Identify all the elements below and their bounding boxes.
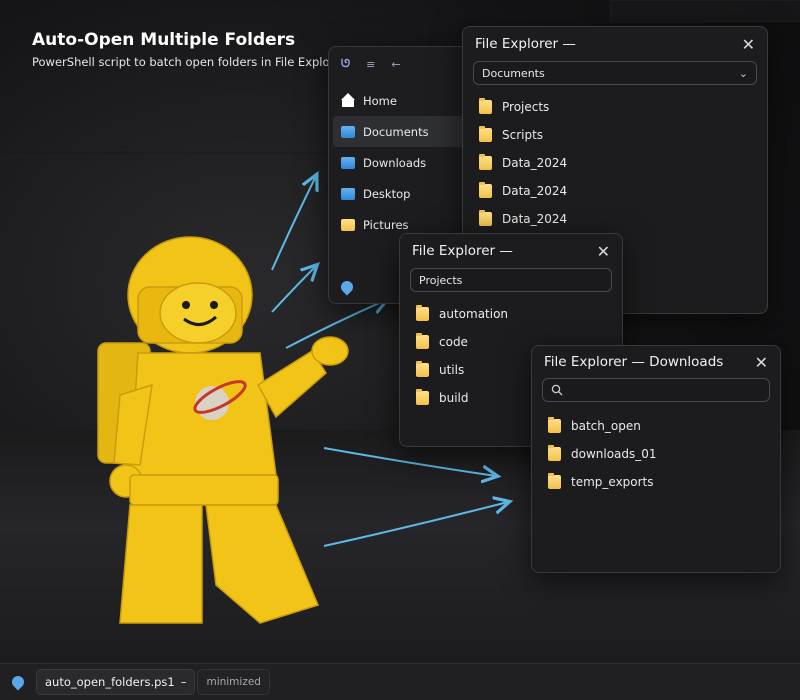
search-icon: [551, 384, 563, 396]
window-title: File Explorer —: [412, 243, 513, 259]
taskbar-app-suffix: –: [180, 675, 187, 689]
location-pin-icon: [338, 278, 356, 296]
folder-icon: [341, 187, 355, 200]
folder-icon: [416, 305, 429, 321]
folder-icon: [416, 361, 429, 377]
menu-icon[interactable]: ≡: [366, 58, 375, 71]
sidebar-item-label: Pictures: [363, 217, 409, 232]
list-item[interactable]: temp_exports: [532, 468, 780, 496]
item-label: automation: [439, 307, 509, 321]
explorer-window-downloads[interactable]: File Explorer — Downloads ✕ batch_open d…: [531, 345, 781, 573]
eye: [210, 301, 218, 309]
folder-icon: [548, 473, 561, 489]
sidebar-item-documents[interactable]: Documents: [333, 116, 473, 147]
taskbar-app-label: auto_open_folders.ps1: [45, 675, 175, 689]
hand: [311, 336, 349, 366]
folder-icon: [341, 156, 355, 169]
sidebar-toolbar: ᘎ ≡ ←: [329, 47, 477, 81]
back-arrow-icon[interactable]: ←: [391, 58, 400, 71]
item-label: downloads_01: [571, 447, 657, 461]
list-item[interactable]: Scripts: [463, 121, 767, 149]
sidebar-item-downloads[interactable]: Downloads: [329, 147, 477, 178]
folder-icon: [341, 218, 355, 231]
hips: [129, 474, 279, 506]
address-bar[interactable]: Projects: [410, 268, 612, 292]
item-label: Data_2024: [502, 212, 568, 226]
list-item[interactable]: Projects: [463, 93, 767, 121]
item-label: utils: [439, 363, 465, 377]
item-label: code: [439, 335, 468, 349]
close-icon[interactable]: ✕: [597, 242, 610, 261]
item-label: Data_2024: [502, 184, 568, 198]
item-label: batch_open: [571, 419, 641, 433]
item-label: Projects: [502, 100, 550, 114]
location-pin-icon[interactable]: [9, 673, 27, 691]
leg: [205, 504, 320, 624]
window-titlebar: File Explorer — ✕: [400, 234, 622, 268]
folder-icon: [479, 126, 492, 142]
folder-icon: [479, 210, 492, 226]
sidebar-item-label: Desktop: [363, 186, 411, 201]
address-dropdown[interactable]: Documents ⌄: [473, 61, 757, 85]
window-titlebar: File Explorer — Downloads ✕: [532, 346, 780, 378]
item-label: build: [439, 391, 469, 405]
folder-icon: [548, 445, 561, 461]
taskbar-app-button[interactable]: auto_open_folders.ps1 –: [36, 669, 196, 695]
folder-list: Projects Scripts Data_2024 Data_2024 Dat…: [463, 85, 767, 233]
chevron-down-icon[interactable]: ⌄: [739, 67, 748, 80]
status-badge: minimized: [197, 669, 270, 695]
list-item[interactable]: Data_2024: [463, 205, 767, 233]
search-input[interactable]: [542, 378, 770, 402]
list-item[interactable]: downloads_01: [532, 440, 780, 468]
folder-icon: [479, 98, 492, 114]
close-icon[interactable]: ✕: [742, 35, 755, 54]
folder-icon: [479, 182, 492, 198]
folder-icon: [416, 333, 429, 349]
close-icon[interactable]: ✕: [755, 353, 768, 372]
sidebar-item-label: Downloads: [363, 155, 427, 170]
folder-icon: [479, 154, 492, 170]
sidebar-item-desktop[interactable]: Desktop: [329, 178, 477, 209]
taskbar-status: minimized: [206, 676, 261, 688]
face: [159, 282, 237, 344]
sidebar-item-label: Home: [363, 93, 397, 108]
item-label: Scripts: [502, 128, 544, 142]
window-title: File Explorer — Downloads: [544, 354, 724, 370]
taskbar: auto_open_folders.ps1 – minimized: [0, 663, 800, 700]
item-label: temp_exports: [571, 475, 654, 489]
list-item[interactable]: automation: [400, 300, 622, 328]
window-title: File Explorer —: [475, 36, 576, 52]
arm: [256, 349, 327, 419]
folder-icon: [416, 389, 429, 405]
window-titlebar: File Explorer — ✕: [463, 27, 767, 61]
folder-icon: [341, 125, 355, 138]
list-item[interactable]: Data_2024: [463, 177, 767, 205]
list-item[interactable]: batch_open: [532, 412, 780, 440]
address-text: Projects: [419, 273, 463, 287]
home-icon: [341, 92, 355, 107]
folder-icon: [548, 417, 561, 433]
eye: [182, 301, 190, 309]
address-text: Documents: [482, 66, 545, 80]
leg: [119, 504, 203, 624]
sidebar-item-home[interactable]: Home: [329, 85, 477, 116]
app-logo-icon: ᘎ: [341, 57, 351, 70]
sidebar-item-label: Documents: [363, 124, 429, 139]
folder-list: batch_open downloads_01 temp_exports: [532, 402, 780, 496]
list-item[interactable]: Data_2024: [463, 149, 767, 177]
item-label: Data_2024: [502, 156, 568, 170]
